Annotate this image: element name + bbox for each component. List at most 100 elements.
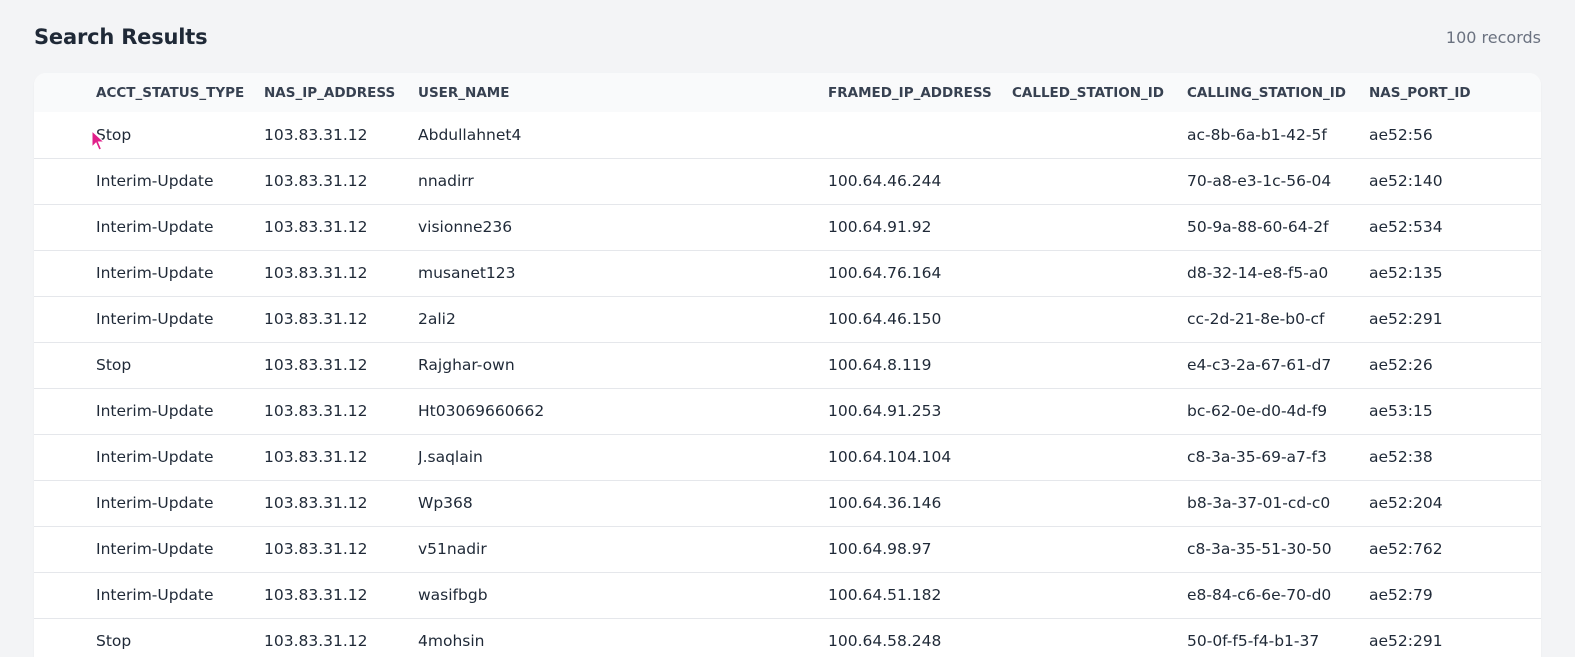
cell-nas-port-id: ae52:79: [1369, 586, 1433, 604]
header-row: ACCT_STATUS_TYPE NAS_IP_ADDRESS USER_NAM…: [34, 73, 1541, 112]
cell-calling-station-id: d8-32-14-e8-f5-a0: [1187, 264, 1329, 282]
cell-calling-station-id: b8-3a-37-01-cd-c0: [1187, 494, 1331, 512]
table-row[interactable]: Interim-Update 103.83.31.12 musanet123 100.…: [34, 250, 1541, 296]
cell-nas-ip-address: 103.83.31.12: [264, 448, 368, 466]
cell-calling-station-id: 50-0f-f5-f4-b1-37: [1187, 632, 1320, 651]
cell-acct-status-type: Stop: [96, 125, 132, 144]
cell-called-station-id: [1012, 112, 1187, 158]
cell-nas-port-id: ae52:762: [1369, 540, 1443, 558]
cell-user-name: 2ali2: [418, 310, 456, 328]
row-spacer: [34, 618, 96, 657]
row-spacer: [34, 526, 96, 572]
table-header: ACCT_STATUS_TYPE NAS_IP_ADDRESS USER_NAM…: [34, 73, 1541, 112]
search-results-page: Search Results 100 records ACCT_STATUS_T…: [0, 0, 1575, 657]
table-row[interactable]: Interim-Update 103.83.31.12 J.saqlain 100.6…: [34, 434, 1541, 480]
cell-called-station-id: [1012, 572, 1187, 618]
cell-framed-ip-address: 100.64.51.182: [828, 586, 942, 604]
cell-calling-station-id: e8-84-c6-6e-70-d0: [1187, 586, 1332, 604]
cell-nas-port-id: ae52:38: [1369, 448, 1433, 466]
cell-user-name: Rajghar-own: [418, 356, 515, 374]
cell-framed-ip-address: [828, 112, 1012, 158]
table-row[interactable]: Stop 103.83.31.12 Rajghar-own 100.64.8.119 e…: [34, 342, 1541, 388]
table-row[interactable]: Interim-Update 103.83.31.12 wasifbgb 100.64…: [34, 572, 1541, 618]
table-row[interactable]: Stop 103.83.31.12 Abdullahnet4 ac-8b-6a-b1-…: [34, 112, 1541, 158]
cell-nas-ip-address: 103.83.31.12: [264, 218, 368, 236]
cell-framed-ip-address: 100.64.91.253: [828, 402, 942, 420]
cell-framed-ip-address: 100.64.8.119: [828, 356, 932, 374]
cell-nas-ip-address: 103.83.31.12: [264, 172, 368, 190]
cell-acct-status-type: Stop: [96, 632, 132, 651]
column-header-user-name[interactable]: USER_NAME: [418, 73, 828, 112]
results-table-card: ACCT_STATUS_TYPE NAS_IP_ADDRESS USER_NAM…: [34, 73, 1541, 657]
row-spacer: [34, 388, 96, 434]
cell-calling-station-id: bc-62-0e-d0-4d-f9: [1187, 402, 1328, 420]
cell-framed-ip-address: 100.64.104.104: [828, 448, 952, 466]
table-row[interactable]: Interim-Update 103.83.31.12 2ali2 100.64.46…: [34, 296, 1541, 342]
cell-nas-port-id: ae52:135: [1369, 264, 1443, 282]
cell-calling-station-id: c8-3a-35-69-a7-f3: [1187, 448, 1327, 466]
table-row[interactable]: Interim-Update 103.83.31.12 v51nadir 100.64…: [34, 526, 1541, 572]
cell-acct-status-type: Interim-Update: [96, 264, 214, 282]
cell-framed-ip-address: 100.64.46.150: [828, 310, 942, 328]
row-spacer: [34, 204, 96, 250]
cell-called-station-id: [1012, 434, 1187, 480]
cell-acct-status-type: Interim-Update: [96, 586, 214, 604]
results-table: ACCT_STATUS_TYPE NAS_IP_ADDRESS USER_NAM…: [34, 73, 1541, 657]
cell-user-name: musanet123: [418, 264, 516, 282]
cell-nas-ip-address: 103.83.31.12: [264, 402, 368, 420]
cell-called-station-id: [1012, 526, 1187, 572]
cell-user-name: v51nadir: [418, 540, 487, 558]
table-row[interactable]: Interim-Update 103.83.31.12 nnadirr 100.64.…: [34, 158, 1541, 204]
cell-calling-station-id: e4-c3-2a-67-61-d7: [1187, 356, 1332, 374]
table-row[interactable]: Interim-Update 103.83.31.12 Wp368 100.64.36…: [34, 480, 1541, 526]
cell-nas-ip-address: 103.83.31.12: [264, 125, 368, 144]
cell-nas-ip-address: 103.83.31.12: [264, 264, 368, 282]
cell-called-station-id: [1012, 204, 1187, 250]
column-header-framed-ip-address[interactable]: FRAMED_IP_ADDRESS: [828, 73, 1012, 112]
table-body: Stop 103.83.31.12 Abdullahnet4 ac-8b-6a-b1-…: [34, 112, 1541, 657]
column-header-nas-ip-address[interactable]: NAS_IP_ADDRESS: [264, 73, 418, 112]
column-header-called-station-id[interactable]: CALLED_STATION_ID: [1012, 73, 1187, 112]
page-title: Search Results: [34, 25, 208, 49]
cell-acct-status-type: Interim-Update: [96, 448, 214, 466]
cell-framed-ip-address: 100.64.76.164: [828, 264, 942, 282]
row-spacer: [34, 342, 96, 388]
cell-acct-status-type: Stop: [96, 356, 132, 374]
table-row[interactable]: Stop 103.83.31.12 4mohsin 100.64.58.248 50-0…: [34, 618, 1541, 657]
cell-acct-status-type: Interim-Update: [96, 218, 214, 236]
row-spacer: [34, 572, 96, 618]
column-header-acct-status-type[interactable]: ACCT_STATUS_TYPE: [96, 73, 264, 112]
cell-nas-port-id: ae52:534: [1369, 218, 1443, 236]
cell-user-name: 4mohsin: [418, 632, 485, 651]
cell-calling-station-id: ac-8b-6a-b1-42-5f: [1187, 125, 1327, 144]
cell-nas-ip-address: 103.83.31.12: [264, 540, 368, 558]
cell-nas-port-id: ae53:15: [1369, 402, 1433, 420]
cell-user-name: nnadirr: [418, 172, 474, 190]
cell-calling-station-id: c8-3a-35-51-30-50: [1187, 540, 1332, 558]
cell-framed-ip-address: 100.64.46.244: [828, 172, 942, 190]
cell-called-station-id: [1012, 388, 1187, 434]
cell-acct-status-type: Interim-Update: [96, 172, 214, 190]
cell-called-station-id: [1012, 480, 1187, 526]
table-row[interactable]: Interim-Update 103.83.31.12 Ht03069660662 1…: [34, 388, 1541, 434]
cell-calling-station-id: cc-2d-21-8e-b0-cf: [1187, 310, 1325, 328]
cell-nas-port-id: ae52:26: [1369, 356, 1433, 374]
table-row[interactable]: Interim-Update 103.83.31.12 visionne236 100…: [34, 204, 1541, 250]
cell-acct-status-type: Interim-Update: [96, 540, 214, 558]
row-spacer: [34, 296, 96, 342]
cell-nas-port-id: ae52:56: [1369, 125, 1433, 144]
cell-framed-ip-address: 100.64.98.97: [828, 540, 932, 558]
cell-calling-station-id: 70-a8-e3-1c-56-04: [1187, 172, 1332, 190]
cell-user-name: J.saqlain: [418, 448, 483, 466]
mouse-pointer-icon: [91, 130, 105, 151]
cell-user-name: Wp368: [418, 494, 473, 512]
cell-called-station-id: [1012, 158, 1187, 204]
cell-nas-ip-address: 103.83.31.12: [264, 494, 368, 512]
cell-nas-ip-address: 103.83.31.12: [264, 356, 368, 374]
row-spacer: [34, 250, 96, 296]
column-header-calling-station-id[interactable]: CALLING_STATION_ID: [1187, 73, 1369, 112]
cell-nas-port-id: ae52:204: [1369, 494, 1443, 512]
row-spacer: [34, 112, 96, 158]
column-header-nas-port-id[interactable]: NAS_PORT_ID: [1369, 73, 1541, 112]
cell-called-station-id: [1012, 342, 1187, 388]
